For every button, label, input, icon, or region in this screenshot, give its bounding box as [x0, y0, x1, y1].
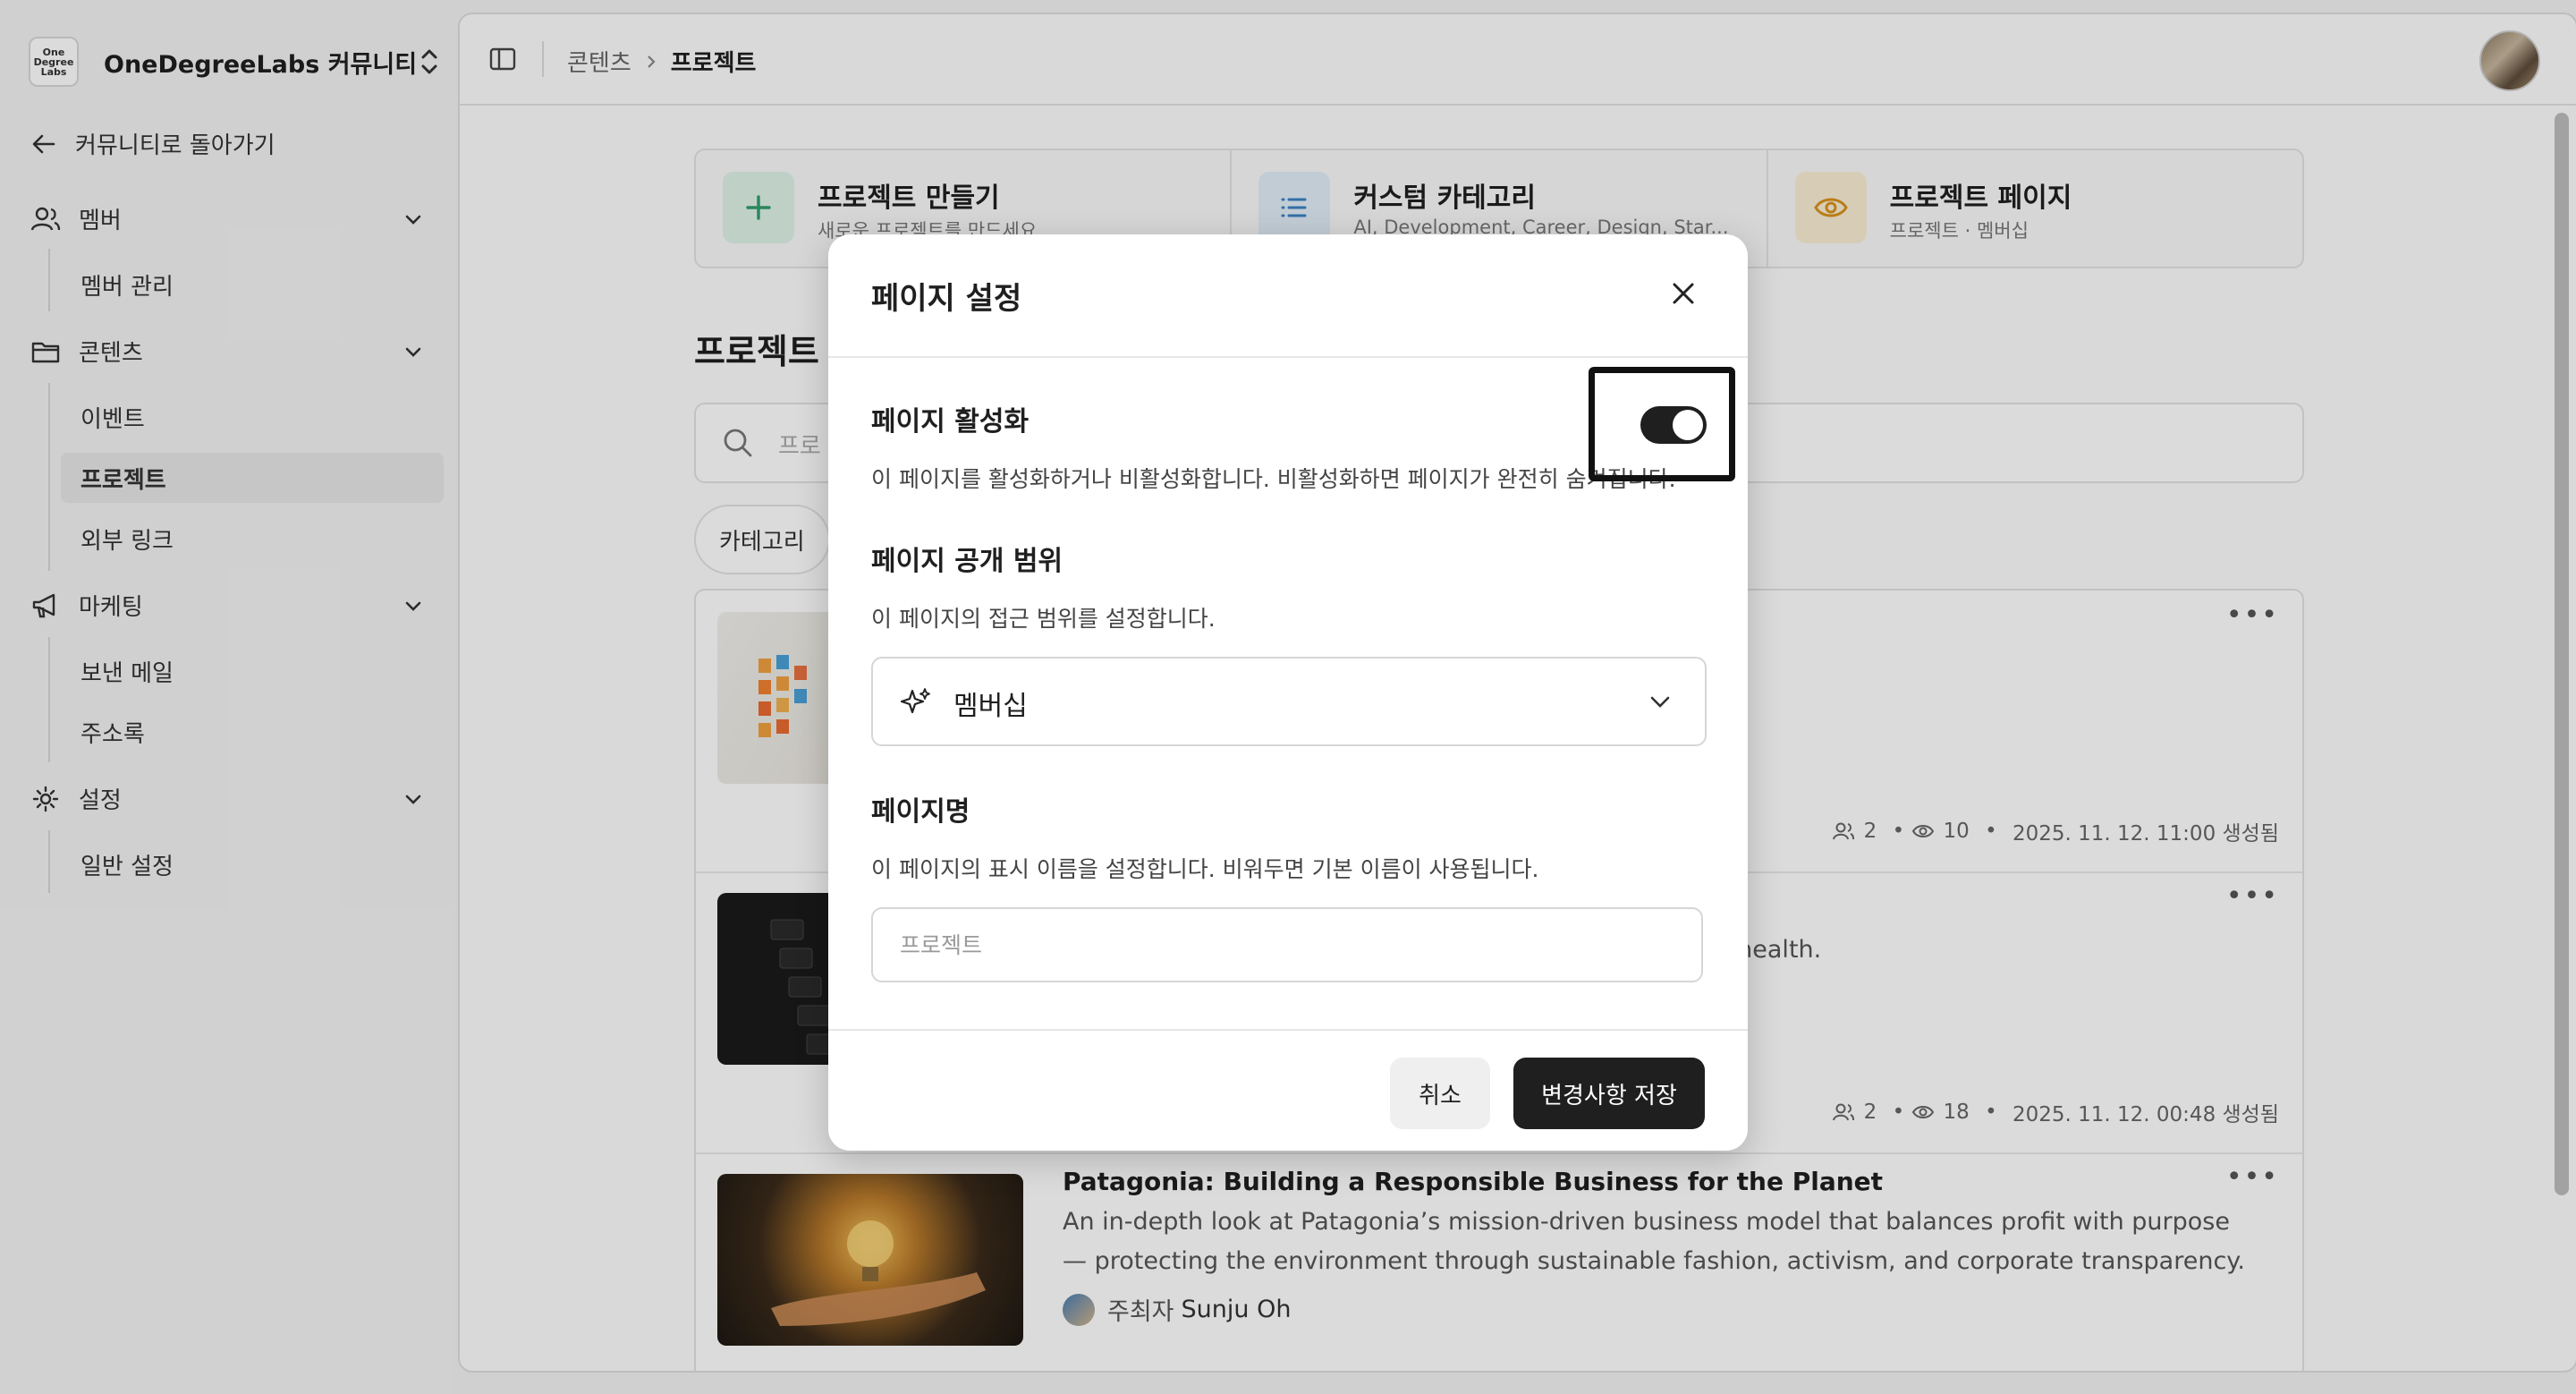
- visibility-select[interactable]: 멤버십: [871, 657, 1707, 746]
- page-active-toggle[interactable]: [1640, 406, 1707, 444]
- close-icon[interactable]: [1667, 277, 1699, 310]
- dialog-title: 페이지 설정: [871, 281, 1022, 317]
- toggle-knob: [1673, 410, 1703, 440]
- page-settings-dialog: 페이지 설정 페이지 활성화 이 페이지를 활성화하거나 비활성화합니다. 비활…: [828, 234, 1748, 1151]
- visibility-value: 멤버십: [953, 691, 1028, 722]
- page-name-input[interactable]: [871, 907, 1703, 982]
- page-active-label: 페이지 활성화: [871, 406, 1030, 438]
- sparkles-icon: [900, 688, 930, 714]
- app-root: One Degree Labs OneDegreeLabs 커뮤니티 커뮤니티로…: [0, 0, 2576, 1394]
- cancel-button[interactable]: 취소: [1390, 1058, 1490, 1129]
- chevron-down-icon: [1650, 696, 1670, 708]
- dialog-footer-divider: [828, 1029, 1748, 1031]
- page-name-label: 페이지명: [871, 796, 970, 828]
- page-name-help: 이 페이지의 표시 이름을 설정합니다. 비워두면 기본 이름이 사용됩니다.: [871, 856, 1539, 882]
- page-active-help: 이 페이지를 활성화하거나 비활성화합니다. 비활성화하면 페이지가 완전히 숨…: [871, 466, 1676, 492]
- visibility-help: 이 페이지의 접근 범위를 설정합니다.: [871, 606, 1216, 632]
- visibility-label: 페이지 공개 범위: [871, 546, 1063, 577]
- dialog-header: 페이지 설정: [828, 234, 1748, 358]
- save-changes-button[interactable]: 변경사항 저장: [1513, 1058, 1705, 1129]
